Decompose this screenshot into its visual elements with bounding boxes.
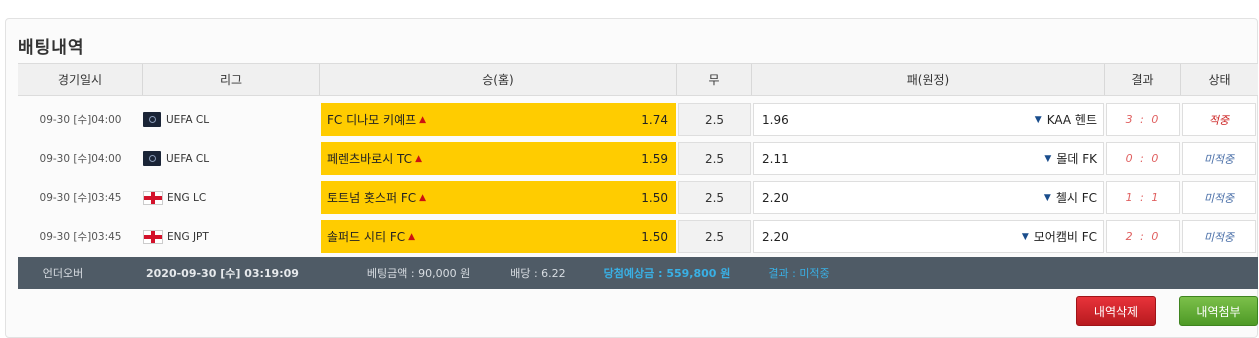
- home-odds-value: 1.50: [641, 190, 668, 205]
- draw-odds-value: 2.5: [704, 229, 725, 244]
- status-value: 미적중: [1203, 230, 1235, 244]
- away-win-odds-button[interactable]: 2.11 ▼ 몰데 FK: [753, 142, 1104, 175]
- table-row: 09-30 [수]04:00 UEFA CL FC 디나모 키예프 ▲ 1.74 …: [18, 100, 1258, 139]
- header-home: 승(홈): [320, 64, 677, 95]
- summary-result: 결과 : 미적중: [768, 267, 830, 280]
- bet-status: 미적중: [1182, 181, 1256, 214]
- score-value: 3 : 0: [1125, 113, 1161, 126]
- summary-odds: 배당 : 6.22: [510, 267, 566, 280]
- league-name: ENG LC: [167, 191, 207, 204]
- match-score: 3 : 0: [1106, 103, 1180, 136]
- summary-datetime: 2020-09-30 [수] 03:19:09: [146, 267, 299, 280]
- away-odds-value: 2.20: [762, 190, 789, 205]
- home-win-odds-button[interactable]: FC 디나모 키예프 ▲ 1.74: [321, 103, 676, 136]
- header-date: 경기일시: [18, 64, 143, 95]
- score-value: 2 : 0: [1125, 230, 1161, 243]
- ucl-logo-icon: [143, 112, 161, 127]
- odds-up-arrow-icon: ▲: [419, 192, 427, 203]
- home-team-name: 솔퍼드 시티 FC: [327, 230, 406, 244]
- league-cell: UEFA CL: [143, 112, 320, 127]
- bet-status: 적중: [1182, 103, 1256, 136]
- bet-summary-bar: 언더오버 2020-09-30 [수] 03:19:09 베팅금액 : 90,0…: [18, 257, 1258, 289]
- table-row: 09-30 [수]03:45 ENG LC 토트넘 홋스퍼 FC ▲ 1.50 2…: [18, 178, 1258, 217]
- home-team-name: FC 디나모 키예프: [327, 113, 417, 127]
- attach-history-button[interactable]: 내역첨부: [1179, 296, 1258, 326]
- table-row: 09-30 [수]04:00 UEFA CL 페렌츠바로시 TC ▲ 1.59 2…: [18, 139, 1258, 178]
- odds-up-arrow-icon: ▲: [419, 114, 427, 125]
- draw-odds-button[interactable]: 2.5: [678, 103, 751, 136]
- match-score: 2 : 0: [1106, 220, 1180, 253]
- home-odds-value: 1.74: [641, 112, 668, 127]
- odds-up-arrow-icon: ▲: [415, 153, 422, 164]
- odds-down-arrow-icon: ▼: [1044, 153, 1052, 164]
- league-cell: ENG LC: [143, 190, 320, 205]
- bet-status: 미적중: [1182, 142, 1256, 175]
- home-team-name: 토트넘 홋스퍼 FC: [327, 191, 417, 205]
- home-team-name: 페렌츠바로시 TC: [327, 152, 413, 166]
- header-league: 리그: [143, 64, 320, 95]
- away-team-name: KAA 헨트: [1046, 113, 1097, 127]
- draw-odds-button[interactable]: 2.5: [678, 181, 751, 214]
- status-value: 적중: [1208, 113, 1230, 127]
- table-header: 경기일시 리그 승(홈) 무 패(원정) 결과 상태: [18, 63, 1258, 96]
- league-name: ENG JPT: [167, 230, 209, 243]
- away-team-name: 몰데 FK: [1056, 152, 1097, 166]
- header-away: 패(원정): [752, 64, 1105, 95]
- draw-odds-button[interactable]: 2.5: [678, 142, 751, 175]
- match-datetime: 09-30 [수]03:45: [39, 231, 122, 243]
- league-name: UEFA CL: [166, 152, 210, 165]
- away-win-odds-button[interactable]: 2.20 ▼ 모어캠비 FC: [753, 220, 1104, 253]
- odds-down-arrow-icon: ▼: [1021, 231, 1029, 242]
- league-name: UEFA CL: [166, 113, 210, 126]
- match-datetime: 09-30 [수]04:00: [39, 153, 122, 165]
- away-win-odds-button[interactable]: 1.96 ▼ KAA 헨트: [753, 103, 1104, 136]
- match-datetime: 09-30 [수]04:00: [39, 114, 122, 126]
- away-odds-value: 2.11: [762, 151, 789, 166]
- draw-odds-value: 2.5: [704, 151, 725, 166]
- home-odds-value: 1.59: [641, 151, 668, 166]
- ucl-logo-icon: [143, 151, 161, 166]
- betting-table: 경기일시 리그 승(홈) 무 패(원정) 결과 상태 09-30 [수]04:0…: [18, 63, 1258, 256]
- page-title: 배팅내역: [18, 38, 85, 58]
- draw-odds-value: 2.5: [704, 112, 725, 127]
- odds-down-arrow-icon: ▼: [1034, 114, 1042, 125]
- delete-history-button[interactable]: 내역삭제: [1076, 296, 1156, 326]
- summary-bet-amount: 베팅금액 : 90,000 원: [366, 267, 471, 280]
- draw-odds-value: 2.5: [704, 190, 725, 205]
- england-flag-icon: [143, 190, 163, 205]
- home-odds-value: 1.50: [641, 229, 668, 244]
- match-score: 1 : 1: [1106, 181, 1180, 214]
- league-cell: ENG JPT: [143, 229, 320, 244]
- home-win-odds-button[interactable]: 페렌츠바로시 TC ▲ 1.59: [321, 142, 676, 175]
- status-value: 미적중: [1203, 191, 1235, 205]
- odds-down-arrow-icon: ▼: [1043, 192, 1051, 203]
- away-odds-value: 1.96: [762, 112, 789, 127]
- table-body: 09-30 [수]04:00 UEFA CL FC 디나모 키예프 ▲ 1.74 …: [18, 100, 1258, 256]
- score-value: 1 : 1: [1125, 191, 1161, 204]
- odds-up-arrow-icon: ▲: [408, 231, 416, 242]
- summary-type: 언더오버: [42, 267, 84, 280]
- away-team-name: 모어캠비 FC: [1033, 230, 1097, 244]
- score-value: 0 : 0: [1125, 152, 1161, 165]
- league-cell: UEFA CL: [143, 151, 320, 166]
- header-result: 결과: [1105, 64, 1181, 95]
- away-win-odds-button[interactable]: 2.20 ▼ 첼시 FC: [753, 181, 1104, 214]
- status-value: 미적중: [1203, 152, 1235, 166]
- summary-expected-payout: 당첨예상금 : 559,800 원: [603, 267, 731, 280]
- away-odds-value: 2.20: [762, 229, 789, 244]
- table-row: 09-30 [수]03:45 ENG JPT 솔퍼드 시티 FC ▲ 1.50 2…: [18, 217, 1258, 256]
- draw-odds-button[interactable]: 2.5: [678, 220, 751, 253]
- header-status: 상태: [1208, 73, 1231, 87]
- home-win-odds-button[interactable]: 토트넘 홋스퍼 FC ▲ 1.50: [321, 181, 676, 214]
- match-datetime: 09-30 [수]03:45: [39, 192, 122, 204]
- match-score: 0 : 0: [1106, 142, 1180, 175]
- away-team-name: 첼시 FC: [1055, 191, 1097, 205]
- home-win-odds-button[interactable]: 솔퍼드 시티 FC ▲ 1.50: [321, 220, 676, 253]
- bet-status: 미적중: [1182, 220, 1256, 253]
- england-flag-icon: [143, 229, 163, 244]
- header-draw: 무: [677, 64, 752, 95]
